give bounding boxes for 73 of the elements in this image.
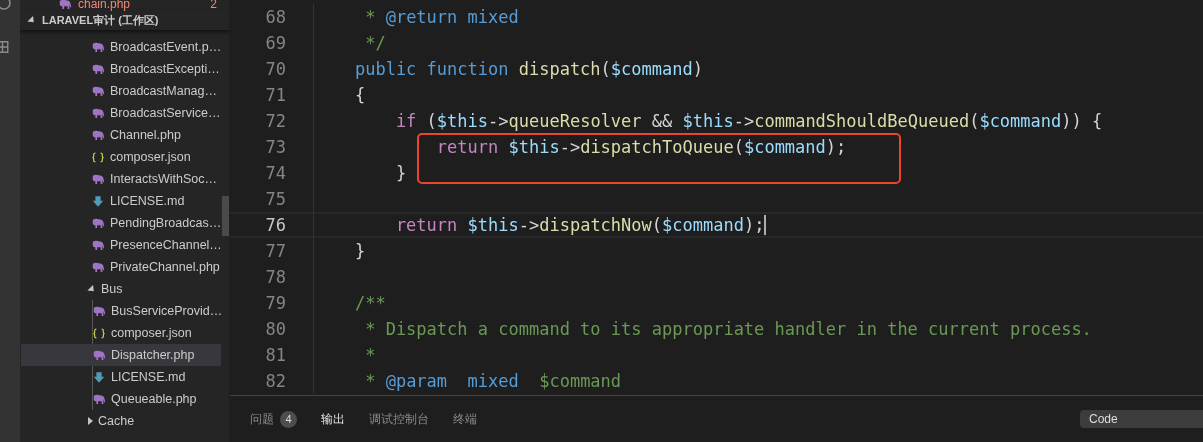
line-number: 76 [264, 215, 287, 235]
code-line: * [364, 345, 376, 365]
section-header[interactable]: LARAVEL审计 (工作区) [20, 10, 229, 30]
file-item[interactable]: composer.json [20, 146, 221, 168]
file-item[interactable]: BroadcastEvent.p… [20, 36, 221, 58]
panel-tab[interactable]: 问题 4 [250, 408, 297, 430]
code-line: if ($this->queueResolver && $this->commandShouldBeQueued($command)) { [394, 111, 1103, 131]
down-arrow-icon [92, 371, 106, 383]
line-number: 74 [264, 163, 287, 183]
file-item[interactable]: BroadcastService… [20, 102, 221, 124]
folder-item[interactable]: Cache [20, 410, 221, 432]
code-line: } [353, 241, 366, 261]
elephant-icon [92, 305, 106, 317]
line-number: 70 [264, 59, 287, 79]
line-number: 75 [264, 189, 287, 209]
text-cursor [764, 215, 767, 235]
elephant-icon [91, 85, 105, 97]
elephant-icon [91, 129, 105, 141]
line-number: 69 [264, 33, 287, 53]
file-item[interactable]: Dispatcher.php [21, 344, 221, 366]
line-number: 68 [264, 7, 287, 27]
code-line: { [353, 85, 366, 105]
file-item[interactable]: LICENSE.md [20, 190, 221, 212]
folder-item[interactable]: Bus [20, 278, 221, 300]
elephant-icon [91, 41, 105, 53]
elephant-icon [91, 239, 105, 251]
code-line: */ [364, 33, 386, 53]
line-number: 80 [264, 319, 287, 339]
code-line: * @param mixed $command [364, 371, 622, 391]
count-badge: 4 [280, 410, 297, 428]
line-number: 82 [264, 371, 287, 391]
elephant-icon [91, 261, 105, 273]
file-item[interactable]: PendingBroadcas… [20, 212, 221, 234]
panel-tab[interactable]: 终端 [453, 408, 477, 430]
elephant-icon [91, 63, 105, 75]
elephant-icon [91, 107, 105, 119]
file-item[interactable]: PrivateChannel.php [20, 256, 221, 278]
line-number: 72 [264, 111, 287, 131]
output-channel-dropdown[interactable]: Code [1080, 410, 1203, 428]
line-number: 78 [264, 267, 287, 287]
panel-tab[interactable]: 输出 [321, 408, 345, 430]
code-line: return $this->dispatchNow($command); [394, 215, 765, 235]
code-line: } [394, 163, 407, 183]
file-item[interactable]: Queueable.php [21, 388, 221, 410]
code-line: /** [353, 293, 386, 313]
file-item[interactable]: composer.json [21, 322, 221, 344]
open-editor-item[interactable]: chain.php 2 [20, 0, 229, 10]
line-number: 73 [264, 137, 287, 157]
file-item[interactable]: BroadcastExcepti… [20, 58, 221, 80]
line-number: 79 [264, 293, 287, 313]
line-number: 77 [264, 241, 287, 261]
down-arrow-icon [91, 195, 105, 207]
scrollbar-thumb[interactable] [222, 196, 229, 236]
elephant-icon [58, 0, 72, 10]
elephant-icon [92, 393, 106, 405]
braces-icon [92, 327, 106, 339]
code-line: public function dispatch($command) [353, 59, 703, 79]
line-number: 71 [264, 85, 287, 105]
code-line: * @return mixed [364, 7, 519, 27]
file-item[interactable]: BusServiceProvid… [21, 300, 221, 322]
file-item[interactable]: Channel.php [20, 124, 221, 146]
file-item[interactable]: PresenceChannel… [20, 234, 221, 256]
line-number: 81 [264, 345, 287, 365]
code-line: * Dispatch a command to its appropriate handler in the current process. [364, 319, 1092, 339]
elephant-icon [91, 173, 105, 185]
braces-icon [91, 151, 105, 163]
file-item[interactable]: LICENSE.md [21, 366, 221, 388]
file-item[interactable]: InteractsWithSoc… [20, 168, 221, 190]
panel-tab[interactable]: 调试控制台 [369, 408, 429, 430]
file-item[interactable]: BroadcastManag… [20, 80, 221, 102]
elephant-icon [92, 349, 106, 361]
elephant-icon [91, 217, 105, 229]
code-line: return $this->dispatchToQueue($command); [435, 137, 847, 157]
